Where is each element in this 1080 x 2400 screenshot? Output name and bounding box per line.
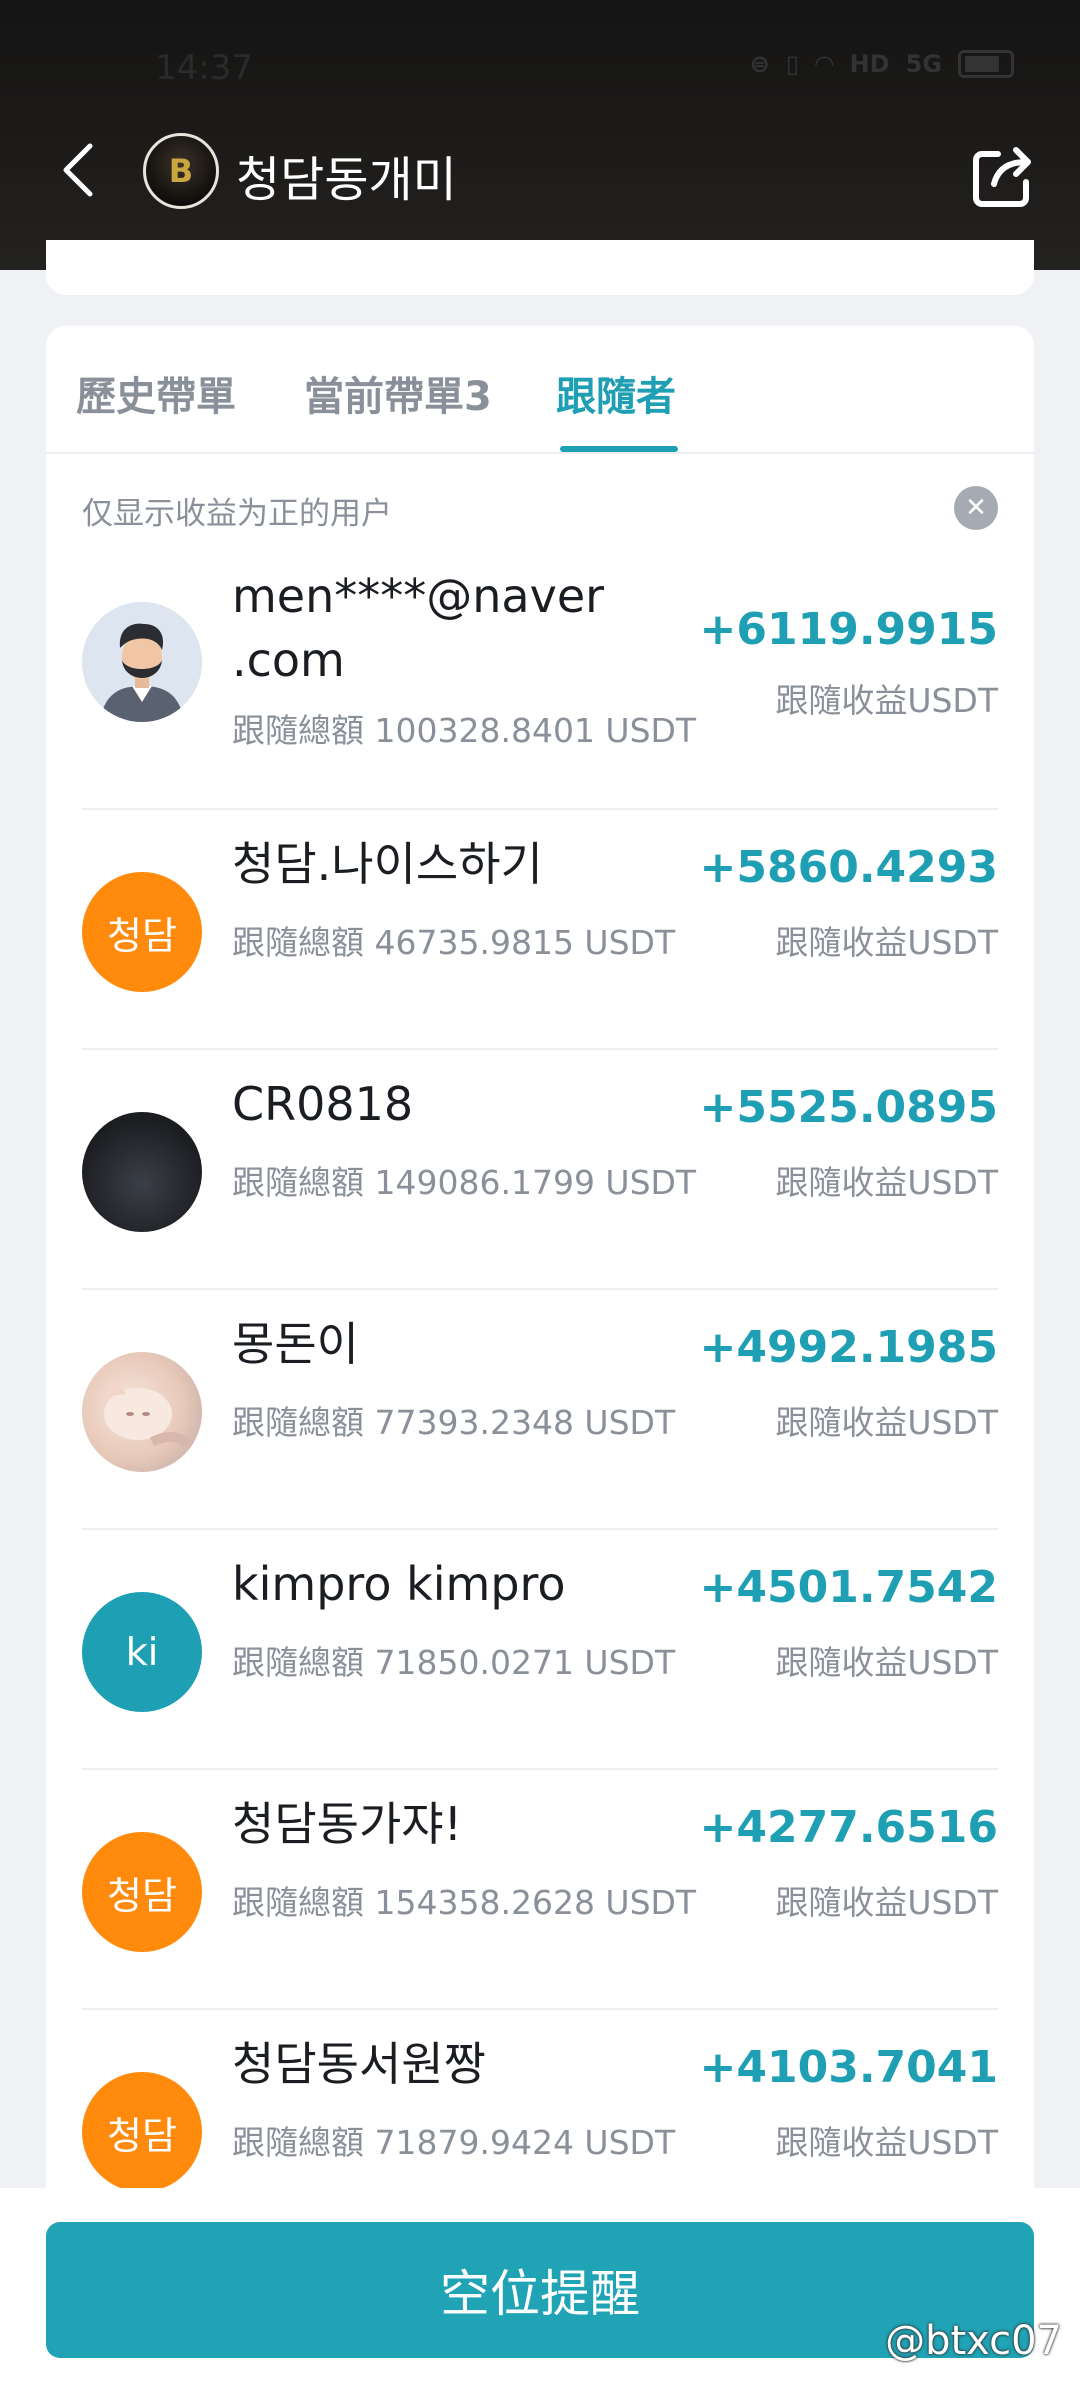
share-button[interactable]: [968, 140, 1038, 210]
tab-followers[interactable]: 跟隨者: [556, 364, 676, 422]
avatar: 청담: [82, 1832, 202, 1952]
list-item[interactable]: 청담 청담동가쟈! 跟隨總額 154358.2628 USDT +4277.65…: [82, 1770, 998, 2010]
avatar-text: 청담: [107, 1873, 177, 1918]
watermark: @btxc07: [885, 2318, 1062, 2364]
avatar-text: ki: [125, 1630, 159, 1674]
list-item[interactable]: men****@naver .com 跟隨總額 100328.8401 USDT…: [82, 554, 998, 810]
filter-label: 仅显示收益为正的用户: [82, 496, 392, 532]
follow-profit: +4103.7041: [699, 2042, 998, 2093]
vpn-icon: ⊜: [749, 50, 770, 78]
avatar-text: 청담: [107, 913, 177, 958]
follow-profit: +5860.4293: [699, 842, 998, 893]
avatar: [82, 1352, 202, 1472]
battery-icon: [958, 50, 1014, 78]
follow-profit-label: 跟隨收益USDT: [775, 1403, 998, 1442]
follow-total: 跟隨總額 154358.2628 USDT: [232, 1883, 697, 1922]
avatar: 청담: [82, 872, 202, 992]
close-icon: ✕: [965, 493, 987, 523]
follower-name: men****@naver: [232, 569, 605, 623]
followers-list: men****@naver .com 跟隨總額 100328.8401 USDT…: [82, 554, 998, 2250]
status-icons: ⊜ ▯ ◠ HD 5G: [750, 50, 1014, 78]
status-time: 14:37: [155, 48, 253, 88]
follow-total: 跟隨總額 46735.9815 USDT: [232, 923, 676, 962]
follow-profit: +4277.6516: [699, 1802, 998, 1853]
chevron-left-icon: [63, 143, 93, 197]
share-icon: [973, 147, 1031, 207]
follower-name: 몽돈이: [232, 1317, 359, 1371]
follower-name: CR0818: [232, 1077, 414, 1131]
follow-profit-label: 跟隨收益USDT: [775, 1883, 998, 1922]
tab-bar: 歷史帶單 當前帶單3 跟隨者: [46, 326, 1034, 454]
man-icon: [82, 602, 202, 722]
trader-avatar-text: B: [168, 152, 194, 190]
list-item[interactable]: ki kimpro kimpro 跟隨總額 71850.0271 USDT +4…: [82, 1530, 998, 1770]
follow-profit: +4501.7542: [699, 1562, 998, 1613]
follow-profit-label: 跟隨收益USDT: [775, 2123, 998, 2162]
follow-profit-label: 跟隨收益USDT: [775, 1163, 998, 1202]
follow-total: 跟隨總額 77393.2348 USDT: [232, 1403, 676, 1442]
back-button[interactable]: [48, 135, 108, 205]
follow-profit: +6119.9915: [699, 604, 998, 655]
tab-current[interactable]: 當前帶單3: [304, 364, 492, 422]
follow-profit-label: 跟隨收益USDT: [775, 681, 998, 720]
follow-total: 跟隨總額 71879.9424 USDT: [232, 2123, 676, 2162]
vibrate-icon: ▯: [785, 50, 800, 78]
follower-name-cont: .com: [232, 633, 345, 687]
tab-indicator: [560, 446, 678, 452]
followers-card: 歷史帶單 當前帶單3 跟隨者 仅显示收益为正的用户 ✕ men****@nave…: [46, 326, 1034, 2226]
list-item[interactable]: CR0818 跟隨總額 149086.1799 USDT +5525.0895 …: [82, 1050, 998, 1290]
status-bar: 14:37 ⊜ ▯ ◠ HD 5G: [0, 0, 1080, 130]
avatar: [82, 1112, 202, 1232]
follower-name: 청담동서원짱: [232, 2037, 486, 2091]
follow-profit: +4992.1985: [699, 1322, 998, 1373]
avatar: 청담: [82, 2072, 202, 2192]
list-item[interactable]: 몽돈이 跟隨總額 77393.2348 USDT +4992.1985 跟隨收益…: [82, 1290, 998, 1530]
avatar: ki: [82, 1592, 202, 1712]
follower-name: 청담동가쟈!: [232, 1797, 463, 1851]
follow-profit-label: 跟隨收益USDT: [775, 923, 998, 962]
follow-total: 跟隨總額 71850.0271 USDT: [232, 1643, 676, 1682]
app-header: 14:37 ⊜ ▯ ◠ HD 5G B 청담동개미: [0, 0, 1080, 270]
hd-icon: HD: [849, 50, 890, 78]
follow-profit-label: 跟隨收益USDT: [775, 1643, 998, 1682]
list-item[interactable]: 청담 청담.나이스하기 跟隨總額 46735.9815 USDT +5860.4…: [82, 810, 998, 1050]
page-title: 청담동개미: [236, 152, 457, 208]
follower-name: 청담.나이스하기: [232, 837, 543, 891]
follower-name: kimpro kimpro: [232, 1557, 566, 1611]
tab-history[interactable]: 歷史帶單: [76, 364, 236, 422]
avatar: [82, 602, 202, 722]
card-above: [46, 240, 1034, 295]
close-filter-button[interactable]: ✕: [954, 486, 998, 530]
bottom-bar: 空位提醒: [0, 2188, 1080, 2400]
wifi-icon: ◠: [815, 50, 834, 78]
follow-total: 跟隨總額 100328.8401 USDT: [232, 711, 697, 750]
trader-avatar[interactable]: B: [143, 133, 219, 209]
avatar-text: 청담: [107, 2113, 177, 2158]
signal-5g-icon: 5G: [905, 50, 942, 78]
cat-photo-icon: [104, 1380, 199, 1455]
follow-total: 跟隨總額 149086.1799 USDT: [232, 1163, 697, 1202]
follow-profit: +5525.0895: [699, 1082, 998, 1133]
